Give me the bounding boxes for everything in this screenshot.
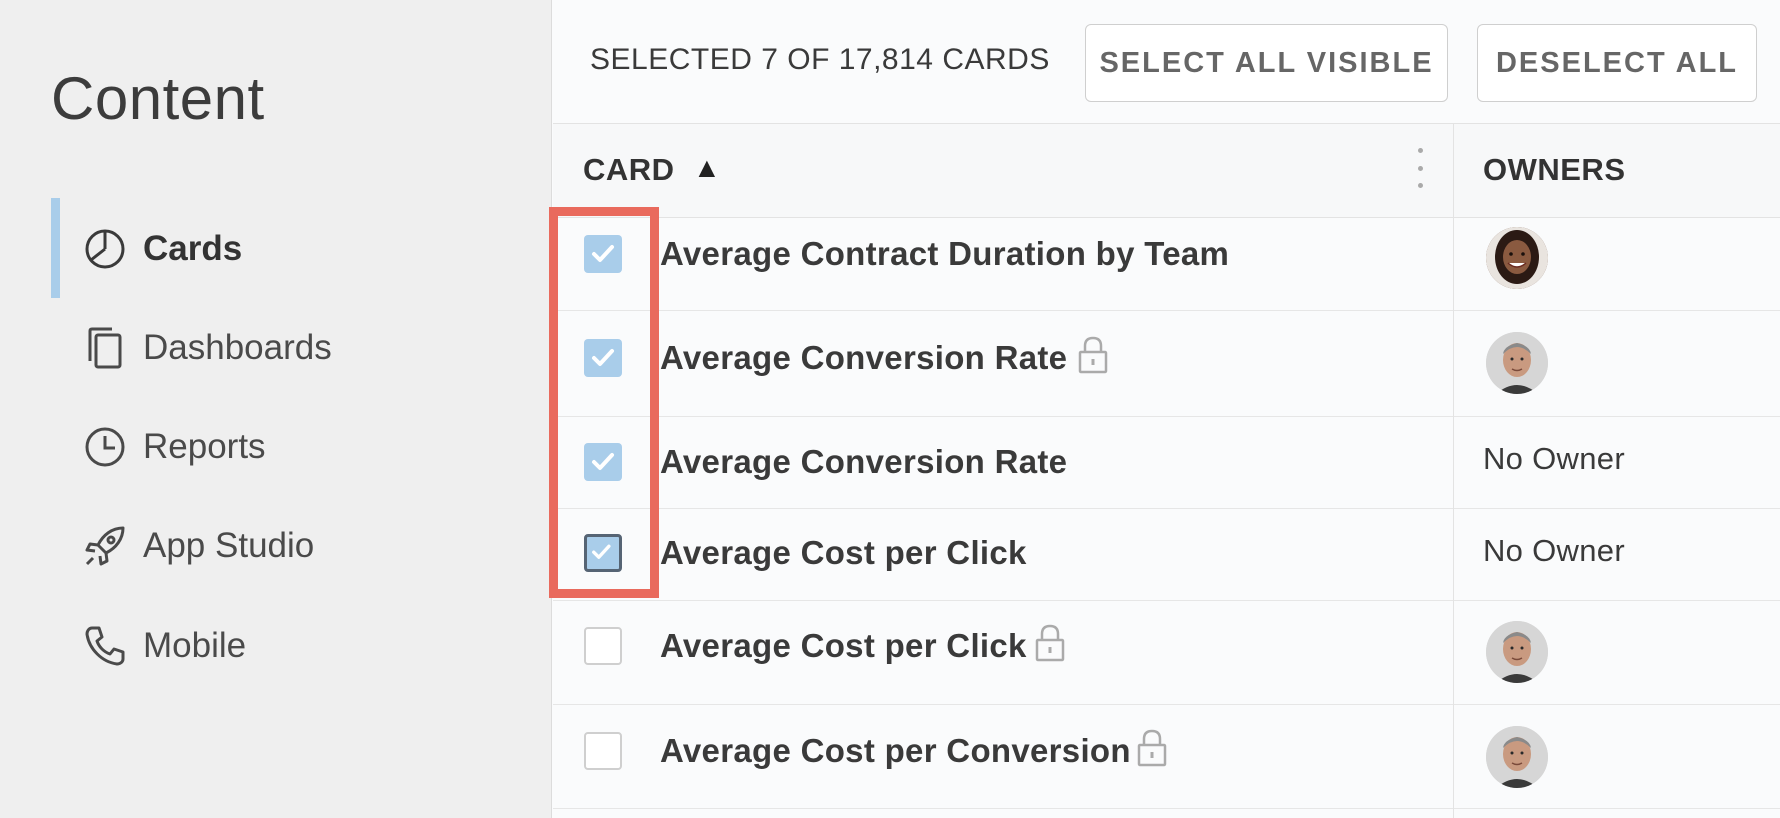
checkmark-icon [592, 349, 614, 366]
table-row[interactable]: Average Conversion Rate No Owner [553, 417, 1780, 509]
avatar[interactable] [1486, 726, 1548, 788]
card-name[interactable]: Average Conversion Rate [660, 443, 1067, 481]
column-header-card[interactable]: CARD [583, 152, 675, 188]
table-row[interactable]: Average Cost per Conversion [553, 705, 1780, 809]
row-checkbox[interactable] [584, 443, 622, 481]
row-checkbox[interactable] [584, 627, 622, 665]
owner-text: No Owner [1483, 533, 1625, 568]
sidebar-item-dashboards[interactable]: Dashboards [0, 297, 552, 397]
checkmark-icon [592, 544, 611, 559]
sidebar-item-label: Dashboards [143, 328, 332, 367]
checkmark-icon [592, 453, 614, 470]
clock-icon [85, 427, 125, 467]
selection-count: SELECTED 7 OF 17,814 CARDS [590, 43, 1050, 76]
active-indicator [51, 198, 60, 298]
lock-icon [1078, 336, 1108, 374]
column-divider [1453, 124, 1454, 818]
sidebar: Content Cards Dashboards Reports App Stu… [0, 0, 552, 818]
sidebar-item-app-studio[interactable]: App Studio [0, 495, 552, 595]
sort-ascending-icon[interactable]: ▲ [693, 152, 721, 184]
card-name[interactable]: Average Cost per Click [660, 627, 1027, 665]
table-row[interactable]: Average Conversion Rate [553, 311, 1780, 417]
lock-icon [1137, 729, 1167, 767]
person-avatar-icon [1486, 227, 1548, 289]
row-checkbox[interactable] [584, 339, 622, 377]
card-name[interactable]: Average Contract Duration by Team [660, 235, 1229, 273]
checkmark-icon [592, 245, 614, 262]
sidebar-item-cards[interactable]: Cards [0, 198, 552, 298]
row-checkbox[interactable] [584, 235, 622, 273]
rocket-icon [85, 526, 125, 566]
table-row[interactable]: Average Cost per Click No Owner [553, 509, 1780, 601]
sidebar-item-label: App Studio [143, 526, 315, 565]
card-name[interactable]: Average Conversion Rate [660, 339, 1067, 377]
main-content: SELECTED 7 OF 17,814 CARDS SELECT ALL VI… [553, 0, 1780, 818]
table-row[interactable]: Average Contract Duration by Team [553, 219, 1780, 311]
column-menu-icon[interactable] [1413, 148, 1427, 188]
sidebar-title: Content [51, 65, 265, 132]
person-avatar-icon [1486, 332, 1548, 394]
table-header: CARD ▲ OWNERS [553, 124, 1780, 218]
row-checkbox[interactable] [584, 534, 622, 572]
row-checkbox[interactable] [584, 732, 622, 770]
column-header-owners[interactable]: OWNERS [1483, 152, 1626, 188]
card-name[interactable]: Average Cost per Click [660, 534, 1027, 572]
sidebar-item-reports[interactable]: Reports [0, 396, 552, 496]
avatar[interactable] [1486, 621, 1548, 683]
select-all-visible-button[interactable]: SELECT ALL VISIBLE [1085, 24, 1448, 102]
person-avatar-icon [1486, 621, 1548, 683]
avatar[interactable] [1486, 332, 1548, 394]
lock-icon [1035, 624, 1065, 662]
avatar[interactable] [1486, 227, 1548, 289]
sidebar-item-label: Cards [143, 229, 243, 268]
owner-text: No Owner [1483, 441, 1625, 476]
table-row[interactable]: Average Cost per Click [553, 601, 1780, 705]
sidebar-item-mobile[interactable]: Mobile [0, 595, 552, 695]
sidebar-item-label: Mobile [143, 626, 247, 665]
pie-chart-icon [85, 229, 125, 269]
copy-pages-icon [88, 327, 122, 369]
sidebar-item-label: Reports [143, 427, 266, 466]
phone-icon [85, 626, 125, 666]
card-name[interactable]: Average Cost per Conversion [660, 732, 1131, 770]
selection-toolbar: SELECTED 7 OF 17,814 CARDS SELECT ALL VI… [553, 0, 1780, 124]
person-avatar-icon [1486, 726, 1548, 788]
deselect-all-button[interactable]: DESELECT ALL [1477, 24, 1757, 102]
